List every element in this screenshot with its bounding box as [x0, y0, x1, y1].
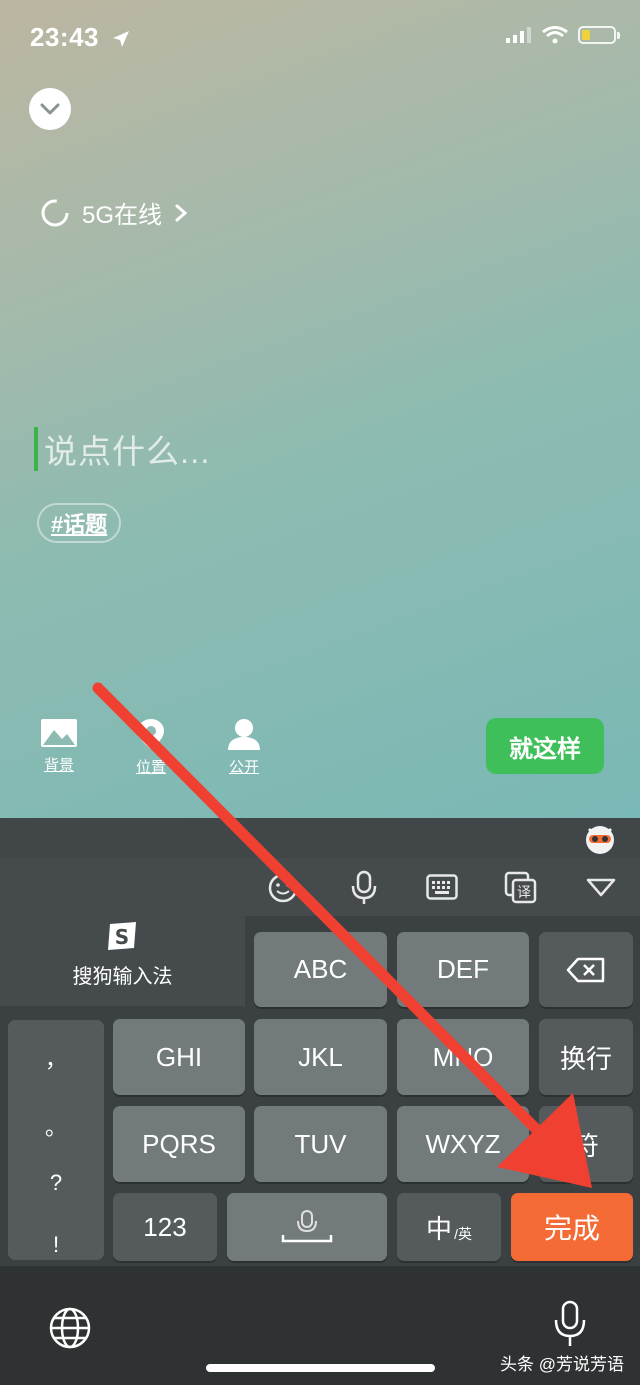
- location-tool-button[interactable]: 位置: [121, 718, 181, 777]
- voice-input-icon[interactable]: [350, 870, 378, 906]
- keyboard-toolbar: 译: [0, 858, 640, 916]
- chevron-down-icon: [40, 103, 60, 115]
- hide-keyboard-icon[interactable]: [586, 878, 616, 898]
- person-icon: [228, 719, 260, 750]
- symbol-key[interactable]: 符: [539, 1106, 633, 1182]
- status-time-text: 23:43: [30, 22, 99, 52]
- punctuation-column[interactable]: ， 。 ? !: [8, 1020, 104, 1260]
- lang-sub-text: 英: [457, 1226, 472, 1242]
- key-pqrs[interactable]: PQRS: [113, 1106, 245, 1182]
- location-tool-label: 位置: [135, 759, 166, 776]
- privacy-tool-button[interactable]: 公开: [214, 718, 274, 777]
- keyboard-switch-icon[interactable]: [426, 874, 458, 900]
- composer-panel: [0, 0, 640, 818]
- punct-question[interactable]: ?: [8, 1170, 104, 1196]
- svg-text:S: S: [115, 925, 129, 949]
- ime-brand-panel[interactable]: S 搜狗输入法: [0, 916, 245, 1006]
- status-icons: [506, 26, 620, 44]
- backspace-icon: [566, 957, 605, 982]
- background-tool-label: 背景: [43, 757, 74, 774]
- input-placeholder: 说点什么...: [44, 433, 211, 470]
- space-mic-icon: [281, 1210, 333, 1243]
- backspace-key[interactable]: [539, 932, 633, 1007]
- newline-key[interactable]: 换行: [539, 1019, 633, 1095]
- globe-icon[interactable]: [48, 1306, 92, 1350]
- location-pin-icon: [138, 719, 164, 749]
- battery-level: [582, 30, 590, 40]
- punct-exclaim[interactable]: !: [8, 1232, 104, 1258]
- lang-main-label: 中: [426, 1213, 453, 1244]
- privacy-tool-label: 公开: [228, 759, 259, 776]
- online-status-selector[interactable]: 5G在线: [40, 195, 188, 230]
- punct-period[interactable]: 。: [8, 1110, 104, 1142]
- emoji-icon[interactable]: [267, 872, 299, 904]
- translate-icon[interactable]: 译: [504, 871, 538, 905]
- key-jkl[interactable]: JKL: [254, 1019, 387, 1095]
- background-tool-button[interactable]: 背景: [29, 718, 89, 775]
- language-switch-key[interactable]: 中 /英: [397, 1193, 501, 1261]
- punct-comma[interactable]: ，: [8, 1042, 104, 1074]
- key-abc[interactable]: ABC: [254, 932, 387, 1007]
- image-icon: [41, 719, 77, 747]
- dictation-mic-icon[interactable]: [552, 1300, 588, 1348]
- watermark-label: 头条 @芳说芳语: [500, 1355, 624, 1374]
- submit-button[interactable]: 就这样: [486, 718, 604, 774]
- ime-brand-label: 搜狗输入法: [72, 966, 173, 988]
- key-def[interactable]: DEF: [397, 932, 529, 1007]
- lang-sub-label: /英: [454, 1226, 472, 1242]
- network-status-label: 5G在线: [82, 202, 163, 229]
- svg-text:译: 译: [517, 885, 531, 901]
- chevron-right-icon: [175, 204, 188, 221]
- keyboard: 译 S 搜狗输入法 ABC DEF ， 。 ? ! GHI JKL MNO 换行…: [0, 818, 640, 1385]
- sogou-logo-icon: S: [108, 922, 136, 950]
- battery-icon: [578, 26, 620, 44]
- space-key[interactable]: [227, 1193, 387, 1261]
- wifi-icon: [542, 26, 568, 44]
- loading-ring-icon: [41, 199, 69, 226]
- home-indicator: [206, 1364, 435, 1372]
- status-text-input[interactable]: 说点什么...: [34, 425, 211, 473]
- topic-tag-label: #话题: [51, 512, 108, 537]
- key-ghi[interactable]: GHI: [113, 1019, 245, 1095]
- key-wxyz[interactable]: WXYZ: [397, 1106, 529, 1182]
- done-key[interactable]: 完成: [511, 1193, 633, 1261]
- text-caret: [34, 427, 38, 471]
- key-mno[interactable]: MNO: [397, 1019, 529, 1095]
- keyboard-top-strip: [0, 818, 640, 858]
- signal-icon: [506, 27, 531, 43]
- key-tuv[interactable]: TUV: [254, 1106, 387, 1182]
- status-time: 23:43: [30, 22, 131, 53]
- sogou-mascot-icon: [586, 826, 614, 854]
- collapse-button[interactable]: [29, 88, 71, 130]
- location-arrow-icon: [112, 31, 129, 48]
- number-key[interactable]: 123: [113, 1193, 217, 1261]
- topic-tag-button[interactable]: #话题: [37, 503, 122, 543]
